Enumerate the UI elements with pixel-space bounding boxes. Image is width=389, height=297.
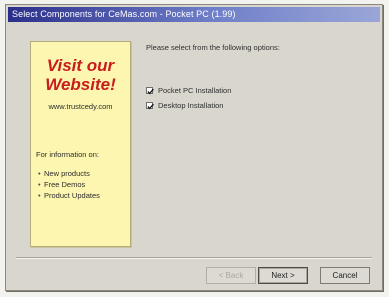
checkmark-icon [147, 88, 154, 94]
promo-headline: Visit our Website! [31, 56, 130, 94]
cancel-button[interactable]: Cancel [320, 267, 370, 284]
promo-list-item: • Product Updates [38, 190, 100, 201]
promo-headline-line1: Visit our [46, 56, 115, 75]
installer-dialog: Select Components for CeMas.com - Pocket… [5, 4, 383, 291]
next-button[interactable]: Next > [258, 267, 308, 284]
promo-list: • New products • Free Demos • Product Updat… [38, 168, 100, 201]
promo-list-item-label: Free Demos [44, 180, 86, 189]
desktop-option-label: Desktop Installation [158, 100, 224, 110]
pocket-pc-option-label: Pocket PC Installation [158, 85, 232, 95]
promo-url: www.trustcedy.com [48, 102, 113, 111]
promo-list-item: • New products [38, 168, 100, 179]
desktop-option[interactable]: Desktop Installation [146, 100, 223, 110]
back-button[interactable]: < Back [206, 267, 256, 284]
window-title: Select Components for CeMas.com - Pocket… [12, 9, 236, 19]
pocket-pc-option[interactable]: Pocket PC Installation [146, 85, 231, 95]
promo-list-item: • Free Demos [38, 179, 100, 190]
website-promo-panel: Visit our Website! www.trustcedy.com For… [30, 41, 131, 247]
checkmark-icon [147, 103, 154, 109]
desktop-checkbox[interactable] [146, 101, 154, 109]
pocket-pc-checkbox[interactable] [146, 86, 154, 94]
promo-headline-line2: Website! [45, 75, 116, 94]
options-prompt: Please select from the following options… [146, 43, 280, 52]
promo-list-item-label: New products [44, 169, 90, 178]
promo-list-item-label: Product Updates [44, 191, 100, 200]
footer-divider [16, 257, 372, 259]
title-bar[interactable]: Select Components for CeMas.com - Pocket… [8, 7, 380, 22]
promo-info-text: For information on: [36, 150, 99, 159]
